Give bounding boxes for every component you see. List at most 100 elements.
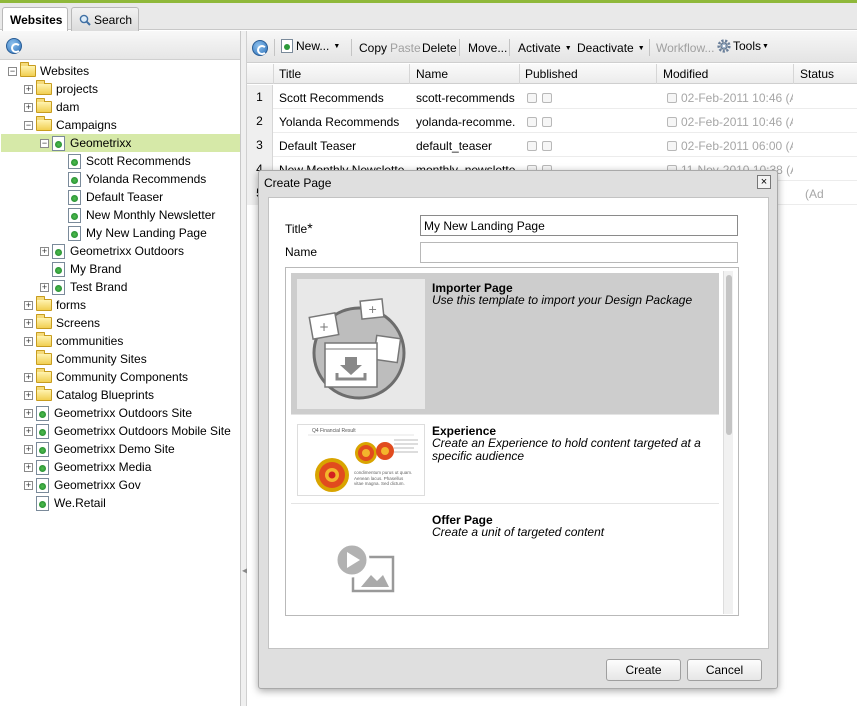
modified-checkbox[interactable] [667,141,677,151]
expand-icon[interactable]: + [24,480,33,490]
column-header-published[interactable]: Published [525,67,578,81]
move-button[interactable]: Move... [468,41,507,55]
published-checkbox[interactable] [542,117,552,127]
tree-item[interactable]: +Scott Recommends [56,152,191,170]
media-play-icon [334,542,395,593]
tree-item[interactable]: + Geometrixx Media [24,458,151,476]
copy-button[interactable]: Copy [359,41,387,55]
expand-icon[interactable]: + [24,300,33,310]
tree-item[interactable]: − Campaigns [24,116,117,134]
template-item-offer-page[interactable]: Offer Page Create a unit of targeted con… [291,505,719,615]
table-row[interactable]: 2 Yolanda Recommends yolanda-recomme... 02-… [247,109,857,133]
activate-label: Activate [518,41,561,55]
template-list-scrollbar[interactable] [723,271,733,614]
folder-icon [36,98,52,113]
tree-item[interactable]: + Geometrixx Outdoors Site [24,404,192,422]
column-header-modified[interactable]: Modified [663,67,708,81]
delete-button[interactable]: Delete [422,41,457,55]
activate-button[interactable]: Activate ▼ [518,41,572,55]
column-header-status[interactable]: Status [800,67,834,81]
tree-item[interactable]: +Community Sites [24,350,147,368]
expand-icon[interactable]: + [24,462,33,472]
cell-name: scott-recommends [416,91,515,105]
published-checkbox[interactable] [527,141,537,151]
tree-item[interactable]: + Geometrixx Outdoors Mobile Site [24,422,231,440]
template-item-importer-page[interactable]: + + Importer Page Use this template to i… [291,273,719,415]
tree-item-label: My New Landing Page [86,226,207,240]
expand-icon[interactable]: + [40,246,49,256]
column-divider [273,64,274,84]
folder-icon [36,350,52,365]
expand-icon[interactable]: + [40,282,49,292]
create-button[interactable]: Create [606,659,681,681]
deactivate-button[interactable]: Deactivate ▼ [577,41,645,55]
experience-thumbnail: Q4 Financial Result condimentum purus ut… [297,424,425,496]
published-checkbox[interactable] [527,117,537,127]
page-icon [36,477,49,493]
tree-item-label: Websites [40,64,90,78]
tree-item[interactable]: + projects [24,80,98,98]
close-icon[interactable]: × [757,175,771,189]
column-header-name[interactable]: Name [416,67,448,81]
scrollbar-thumb[interactable] [726,275,732,435]
tree-item[interactable]: +My Brand [40,260,121,278]
tree-item[interactable]: +New Monthly Newsletter [56,206,215,224]
workflow-button[interactable]: Workflow... [656,41,714,55]
tree-item[interactable]: + Community Components [24,368,188,386]
published-checkbox[interactable] [542,141,552,151]
modified-checkbox[interactable] [667,93,677,103]
page-icon [52,243,65,259]
tree-item[interactable]: +Default Teaser [56,188,163,206]
name-field[interactable] [420,242,738,263]
tree-item[interactable]: + Test Brand [40,278,127,296]
tab-search[interactable]: Search [71,7,139,31]
tree-item[interactable]: + Geometrixx Outdoors [40,242,184,260]
new-button[interactable]: New... ▼ [281,39,340,53]
cancel-button[interactable]: Cancel [687,659,762,681]
expand-icon[interactable]: + [24,390,33,400]
expand-icon[interactable]: + [24,426,33,436]
tree-item[interactable]: + Geometrixx Demo Site [24,440,175,458]
table-row[interactable]: 1 Scott Recommends scott-recommends 02-Feb-… [247,85,857,109]
tools-button[interactable]: Tools▼ [717,39,769,53]
title-field[interactable] [420,215,738,236]
column-header-title[interactable]: Title [279,67,301,81]
tree-item[interactable]: − Geometrixx [40,134,131,152]
tree-item[interactable]: − Websites [8,62,89,80]
collapse-icon[interactable]: − [8,66,17,76]
expand-icon[interactable]: + [24,444,33,454]
tree-item[interactable]: + communities [24,332,123,350]
tree-item[interactable]: + Geometrixx Gov [24,476,141,494]
collapse-icon[interactable]: − [24,120,33,130]
expand-icon[interactable]: + [24,84,33,94]
tree-item[interactable]: + Screens [24,314,100,332]
tree-item[interactable]: + dam [24,98,79,116]
tree-item[interactable]: +We.Retail [24,494,106,512]
modified-checkbox[interactable] [667,117,677,127]
refresh-icon[interactable] [6,38,22,54]
collapse-icon[interactable]: − [40,138,49,148]
tab-websites[interactable]: Websites [2,7,68,32]
template-item-experience[interactable]: Q4 Financial Result condimentum purus ut… [291,416,719,504]
expand-icon[interactable]: + [24,102,33,112]
page-icon [68,171,81,187]
toolbar-divider [274,39,275,56]
column-divider [519,64,520,84]
tree-item[interactable]: +Yolanda Recommends [56,170,206,188]
published-checkbox[interactable] [542,93,552,103]
page-icon [68,207,81,223]
published-checkbox[interactable] [527,93,537,103]
refresh-icon[interactable] [252,40,268,56]
expand-icon[interactable]: + [24,372,33,382]
tree-item[interactable]: + forms [24,296,86,314]
tree-item[interactable]: + Catalog Blueprints [24,386,154,404]
expand-icon[interactable]: + [24,408,33,418]
expand-icon[interactable]: + [24,336,33,346]
expand-icon[interactable]: + [24,318,33,328]
tree-item-label: Geometrixx Media [54,460,152,474]
paste-button[interactable]: Paste [390,41,421,55]
folder-icon [36,386,52,401]
tree-item[interactable]: +My New Landing Page [56,224,207,242]
table-row[interactable]: 3 Default Teaser default_teaser 02-Feb-2011… [247,133,857,157]
page-icon [52,261,65,277]
